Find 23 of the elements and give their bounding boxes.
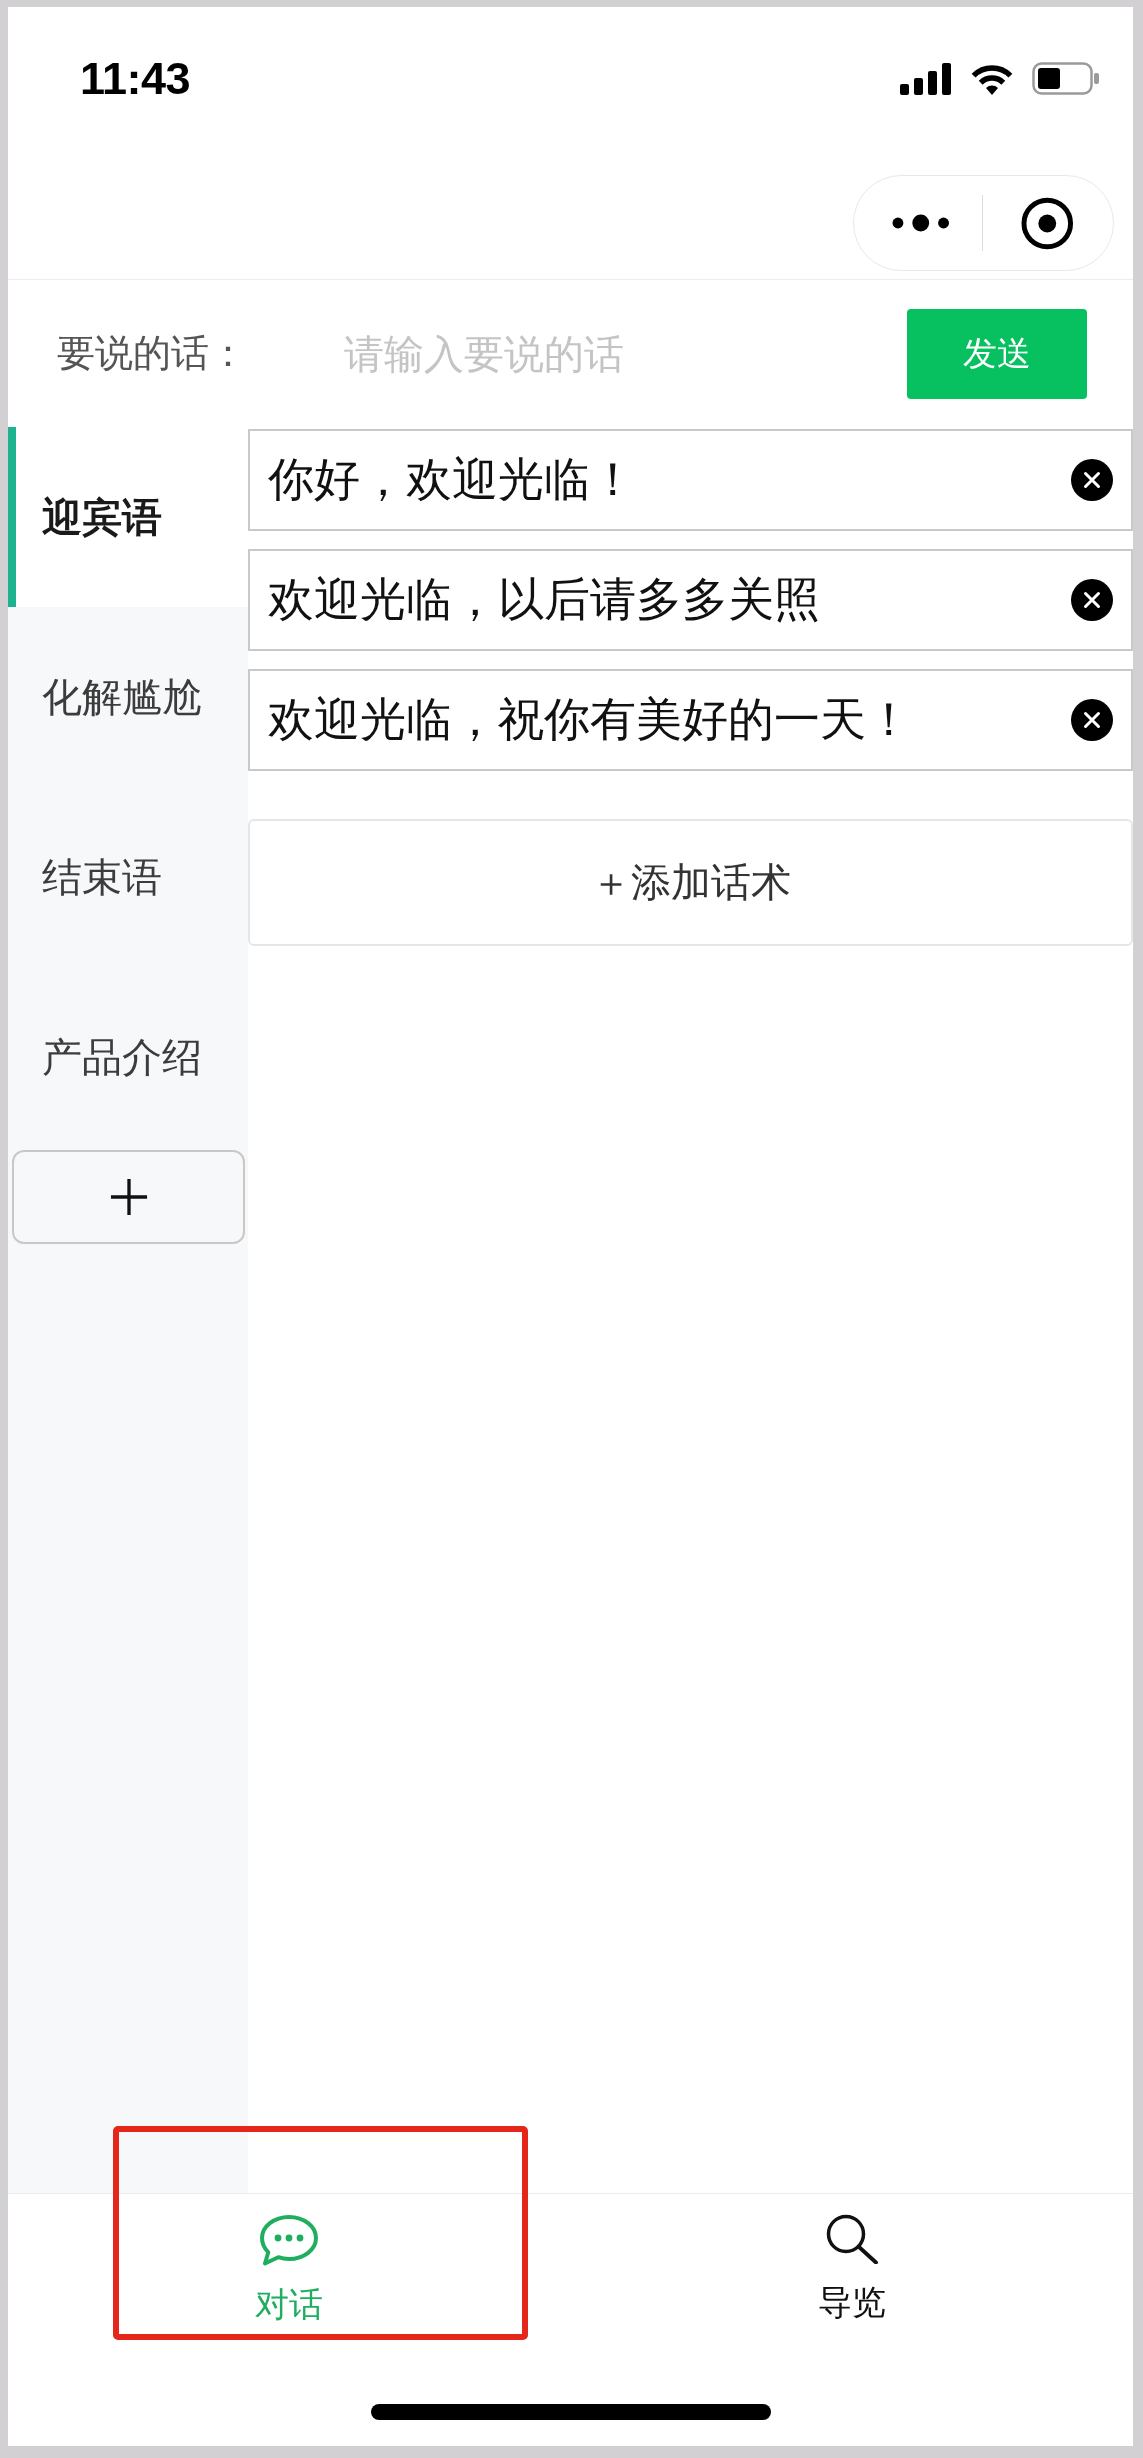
sidebar-item[interactable]: 化解尴尬 xyxy=(8,607,248,787)
phrase-field[interactable]: 欢迎光临，以后请多多关照 xyxy=(248,549,1133,651)
clear-icon[interactable] xyxy=(1071,459,1113,501)
sidebar-item[interactable]: 产品介绍 xyxy=(8,967,248,1147)
sidebar-item[interactable]: 结束语 xyxy=(8,787,248,967)
add-phrase-button[interactable]: ＋添加话术 xyxy=(248,819,1133,946)
circle-dot-icon[interactable] xyxy=(1021,196,1074,250)
clear-icon[interactable] xyxy=(1071,579,1113,621)
plus-icon xyxy=(109,1178,148,1216)
input-label: 要说的话： xyxy=(57,330,247,377)
wifi-icon xyxy=(969,62,1015,95)
signal-icon xyxy=(900,62,952,95)
sidebar-item[interactable]: 迎宾语 xyxy=(8,427,248,607)
search-icon xyxy=(824,2214,879,2264)
clear-icon[interactable] xyxy=(1071,699,1113,741)
status-time: 11:43 xyxy=(80,52,191,105)
chat-bubble-icon xyxy=(258,2214,321,2266)
more-icon[interactable] xyxy=(892,214,950,232)
phrase-field[interactable]: 欢迎光临，祝你有美好的一天！ xyxy=(248,669,1133,771)
message-field[interactable]: 请输入要说的话 xyxy=(344,323,887,384)
phrase-field[interactable]: 你好，欢迎光临！ xyxy=(248,429,1133,531)
tab-item[interactable]: 导览 xyxy=(570,2194,1133,2340)
battery-icon xyxy=(1032,62,1100,95)
